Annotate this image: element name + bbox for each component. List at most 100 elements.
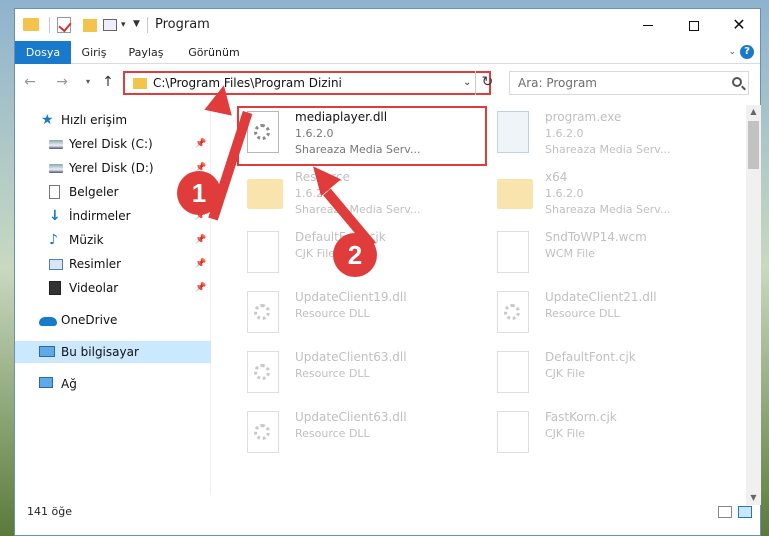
dll-file-icon [247, 291, 279, 333]
sidebar-item-label: Belgeler [69, 185, 119, 199]
file-icon [497, 231, 529, 273]
disk-icon [49, 164, 63, 173]
new-folder-icon[interactable] [83, 19, 97, 32]
file-type: CJK File [545, 367, 586, 380]
sidebar-item-label: OneDrive [61, 313, 118, 327]
sidebar-item-videos[interactable]: Videolar 📌 [15, 277, 211, 299]
tab-share[interactable]: Paylaş [123, 41, 169, 64]
file-icon [247, 231, 279, 273]
sidebar-item-onedrive[interactable]: OneDrive [15, 309, 211, 331]
file-version: 1.6.2.0 [545, 187, 584, 200]
documents-icon [49, 185, 60, 199]
file-type: Resource DLL [545, 307, 620, 320]
search-icon [732, 77, 742, 87]
file-item[interactable]: program.exe 1.6.2.0 Shareaza Media Serv.… [487, 107, 723, 163]
cloud-icon [39, 317, 57, 326]
folder-icon [133, 78, 147, 89]
chevron-down-icon[interactable]: ▾ [121, 20, 126, 30]
sidebar-item-this-pc[interactable]: Bu bilgisayar [15, 341, 211, 363]
customize-toolbar-icon[interactable]: ▼ [133, 19, 140, 29]
close-button[interactable]: ✕ [716, 9, 762, 41]
sidebar-item-downloads[interactable]: ↓ İndirmeler 📌 [15, 205, 211, 227]
back-button[interactable]: ← [21, 73, 39, 91]
forward-button[interactable]: → [53, 73, 71, 91]
scroll-thumb[interactable] [748, 121, 759, 169]
file-name: UpdateClient21.dll [545, 290, 657, 304]
refresh-button[interactable]: ↻ [475, 71, 499, 95]
gear-icon [254, 364, 270, 380]
tiles-view-icon[interactable] [738, 506, 752, 518]
file-item[interactable]: UpdateClient63.dll Resource DLL [237, 347, 473, 403]
search-input[interactable]: Ara: Program [509, 71, 749, 95]
sidebar-item-label: Resimler [69, 257, 122, 271]
pin-icon[interactable]: 📌 [195, 229, 206, 251]
sidebar-item-music[interactable]: ♪ Müzik 📌 [15, 229, 211, 251]
file-item[interactable]: DefaultFont.cjk CJK File [487, 347, 723, 403]
file-name: UpdateClient63.dll [295, 410, 407, 424]
ribbon: Dosya Giriş Paylaş Görünüm ⌄ ? [15, 41, 760, 64]
file-version: 1.6.2.0 [545, 127, 584, 140]
vertical-scrollbar[interactable]: ▲ ▼ [746, 105, 761, 505]
properties-check-icon[interactable] [57, 17, 71, 33]
details-view-icon[interactable] [718, 506, 732, 518]
step-badge-1: 1 [177, 171, 221, 215]
pin-icon[interactable]: 📌 [195, 133, 206, 155]
help-icon[interactable]: ? [740, 45, 754, 59]
file-item[interactable]: SndToWP14.wcm WCM File [487, 227, 723, 283]
star-icon: ★ [41, 112, 54, 128]
maximize-button[interactable] [671, 9, 717, 41]
sidebar-item-network[interactable]: Ağ [15, 373, 211, 395]
computer-icon [39, 346, 55, 357]
address-path[interactable]: C:\Program Files\Program Dizini [153, 76, 342, 90]
maximize-icon [689, 20, 699, 31]
file-type: Resource DLL [295, 367, 370, 380]
up-button[interactable]: ↑ [99, 73, 117, 91]
file-name: UpdateClient63.dll [295, 350, 407, 364]
scroll-up-icon[interactable]: ▲ [746, 105, 761, 119]
folder-icon [497, 179, 533, 209]
sidebar-item-pictures[interactable]: Resimler 📌 [15, 253, 211, 275]
tab-home[interactable]: Giriş [77, 41, 111, 64]
file-name: FastKorn.cjk [545, 410, 617, 424]
file-description: Shareaza Media Serv... [295, 203, 421, 216]
folder-icon [247, 179, 283, 209]
file-item[interactable]: FastKorn.cjk CJK File [487, 407, 723, 463]
tab-view[interactable]: Görünüm [183, 41, 245, 64]
gear-icon [254, 304, 270, 320]
file-item[interactable]: Resource 1.6.2.0 Shareaza Media Serv... [237, 167, 473, 223]
disk-icon [49, 140, 63, 149]
status-bar: 141 öğe [15, 503, 760, 523]
gear-icon [254, 424, 270, 440]
sidebar-item-local-disk-d[interactable]: Yerel Disk (D:) 📌 [15, 157, 211, 179]
pin-icon[interactable]: 📌 [195, 253, 206, 275]
view-options-icon[interactable] [103, 19, 117, 31]
file-item[interactable]: UpdateClient21.dll Resource DLL [487, 287, 723, 343]
navigation-bar: ← → ▾ ↑ C:\Program Files\Program Dizini … [15, 69, 760, 97]
file-name: x64 [545, 170, 568, 184]
file-type: CJK File [295, 247, 336, 260]
navigation-pane: ★ Hızlı erişim Yerel Disk (C:) 📌 Yerel D… [15, 105, 211, 495]
downloads-icon: ↓ [49, 208, 61, 224]
file-name: UpdateClient19.dll [295, 290, 407, 304]
address-bar[interactable]: C:\Program Files\Program Dizini ⌄ ↻ [123, 71, 493, 95]
sidebar-item-quick-access[interactable]: ★ Hızlı erişim [15, 109, 211, 131]
divider [49, 17, 50, 33]
sidebar-item-label: Videolar [69, 281, 119, 295]
recent-locations-button[interactable]: ▾ [79, 73, 97, 91]
pin-icon[interactable]: 📌 [195, 277, 206, 299]
file-item[interactable]: UpdateClient63.dll Resource DLL [237, 407, 473, 463]
file-icon [497, 411, 529, 453]
file-description: Shareaza Media Serv... [545, 143, 671, 156]
sidebar-item-local-disk-c[interactable]: Yerel Disk (C:) 📌 [15, 133, 211, 155]
sidebar-item-label: Müzik [69, 233, 104, 247]
tab-file[interactable]: Dosya [15, 41, 71, 64]
file-item[interactable]: UpdateClient19.dll Resource DLL [237, 287, 473, 343]
file-item[interactable]: x64 1.6.2.0 Shareaza Media Serv... [487, 167, 723, 223]
sidebar-item-label: Hızlı erişim [61, 113, 128, 127]
minimize-button[interactable] [625, 9, 671, 41]
expand-ribbon-icon[interactable]: ⌄ [728, 47, 736, 57]
pictures-icon [49, 259, 63, 270]
chevron-down-icon[interactable]: ⌄ [463, 77, 471, 88]
file-name: SndToWP14.wcm [545, 230, 647, 244]
file-icon [497, 351, 529, 393]
